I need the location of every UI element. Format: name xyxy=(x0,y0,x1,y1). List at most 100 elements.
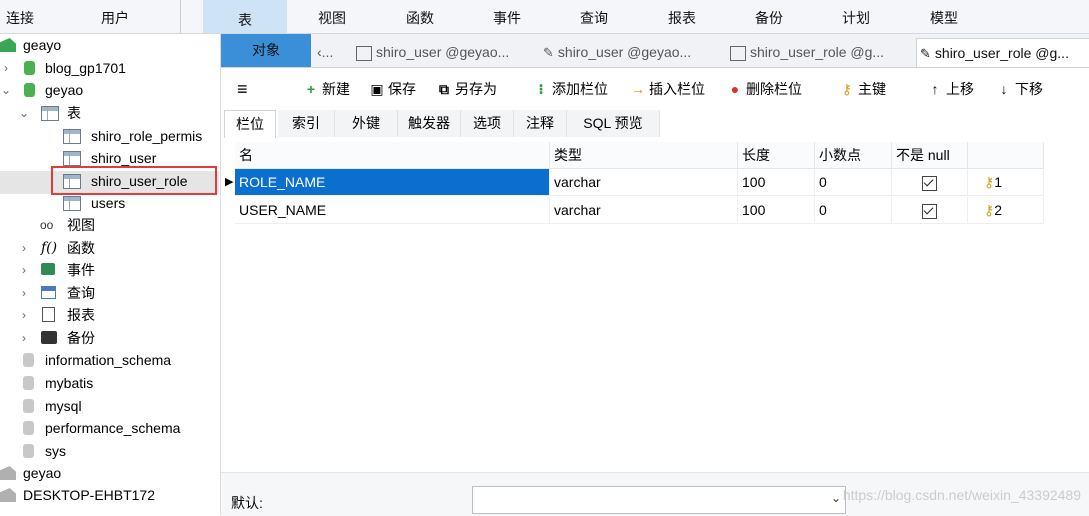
button-label: 插入栏位 xyxy=(649,81,705,97)
field-type-cell[interactable]: varchar xyxy=(550,169,738,196)
field-type-cell[interactable]: varchar xyxy=(550,197,738,224)
subtab-fields[interactable]: 栏位 xyxy=(224,110,276,138)
insert-field-button[interactable]: → 插入栏位 xyxy=(630,78,705,100)
menu-table[interactable]: 表 xyxy=(203,0,287,33)
table-icon xyxy=(730,45,746,61)
tree-label: geayo xyxy=(23,37,62,53)
menu-schedule[interactable]: 计划 xyxy=(816,8,896,28)
menu-event[interactable]: 事件 xyxy=(467,8,547,28)
default-value-dropdown[interactable]: ⌄ xyxy=(472,486,846,514)
tree-label: 视图 xyxy=(67,217,95,233)
design-toolbar: ≡ + 新建 ▣ 保存 ⧉ 另存为 ⁝ 添加栏位 → 插入栏位 ● 删除栏位 ⚷ 主键 ↑ 上移… xyxy=(221,70,1089,108)
key-icon: ⚷ xyxy=(841,81,853,97)
tab-overflow[interactable]: ‹... xyxy=(317,38,345,66)
delete-field-icon: ● xyxy=(730,81,740,97)
button-label: 新建 xyxy=(322,81,350,97)
tab-objects[interactable]: 对象 xyxy=(221,34,311,67)
tree-label: geyao xyxy=(23,465,62,481)
tree-label: 查询 xyxy=(67,285,95,301)
watermark-text: https://blog.csdn.net/weixin_43392489 xyxy=(842,487,1081,503)
chevron-right-icon[interactable]: › xyxy=(18,237,30,259)
tree-label: performance_schema xyxy=(45,420,181,436)
column-header-name[interactable]: 名 xyxy=(235,142,550,169)
not-null-cell[interactable] xyxy=(892,197,968,224)
not-null-cell[interactable] xyxy=(892,169,968,196)
plus-icon: + xyxy=(306,81,316,97)
menu-backup[interactable]: 备份 xyxy=(729,8,809,28)
chevron-right-icon[interactable]: › xyxy=(18,259,30,281)
column-header-key[interactable] xyxy=(968,142,1044,169)
new-button[interactable]: + 新建 xyxy=(303,78,350,100)
column-header-not-null[interactable]: 不是 null xyxy=(892,142,968,169)
menu-report[interactable]: 报表 xyxy=(642,8,722,28)
save-icon: ▣ xyxy=(370,81,384,97)
chevron-right-icon[interactable]: › xyxy=(18,327,30,349)
fields-grid: 名 类型 长度 小数点 不是 null ▶ ROLE_NAME varchar … xyxy=(221,142,1089,472)
checkbox-checked-icon[interactable] xyxy=(922,203,937,219)
hamburger-menu-icon[interactable]: ≡ xyxy=(237,78,248,100)
subtab-triggers[interactable]: 触发器 xyxy=(398,110,461,137)
database-icon xyxy=(23,353,34,367)
subtab-foreign-keys[interactable]: 外键 xyxy=(335,110,398,137)
key-order: 2 xyxy=(994,202,1003,218)
views-icon: oo xyxy=(40,218,54,232)
database-icon xyxy=(23,376,34,390)
checkbox-checked-icon[interactable] xyxy=(922,175,937,191)
menu-model[interactable]: 模型 xyxy=(904,8,984,28)
menu-user[interactable]: 用户 xyxy=(75,8,155,28)
connection-icon xyxy=(0,466,16,480)
key-icon: ⚷ xyxy=(984,174,995,190)
field-decimals-cell[interactable]: 0 xyxy=(815,197,892,224)
move-down-button[interactable]: ↓ 下移 xyxy=(996,78,1044,100)
tab-shiro-user-2[interactable]: ✎ shiro_user @geyao... xyxy=(543,38,721,66)
chevron-right-icon[interactable]: › xyxy=(18,304,30,326)
event-icon xyxy=(41,263,55,275)
move-up-button[interactable]: ↑ 上移 xyxy=(927,78,975,100)
tree-label: sys xyxy=(45,443,66,459)
menu-separator xyxy=(180,0,181,33)
default-label: 默认: xyxy=(231,495,263,511)
chevron-down-icon[interactable]: ⌄ xyxy=(831,491,841,505)
field-length-cell[interactable]: 100 xyxy=(738,197,815,224)
column-header-decimals[interactable]: 小数点 xyxy=(815,142,892,169)
design-table-icon: ✎ xyxy=(920,46,931,61)
primary-key-button[interactable]: ⚷ 主键 xyxy=(839,78,886,100)
save-as-icon: ⧉ xyxy=(439,81,449,97)
menu-connection[interactable]: 连接 xyxy=(0,8,40,28)
backup-icon xyxy=(41,331,57,344)
chevron-down-icon[interactable]: ⌄ xyxy=(0,79,12,101)
tab-label: shiro_user_role @g... xyxy=(934,45,1069,61)
subtab-comments[interactable]: 注释 xyxy=(514,110,567,137)
tab-shiro-user-role-1[interactable]: shiro_user_role @g... xyxy=(730,38,912,66)
button-label: 删除栏位 xyxy=(746,81,802,97)
save-button[interactable]: ▣ 保存 xyxy=(369,78,416,100)
tab-shiro-user-role-active[interactable]: ✎ shiro_user_role @g... xyxy=(916,38,1089,67)
menu-view[interactable]: 视图 xyxy=(292,8,372,28)
column-header-length[interactable]: 长度 xyxy=(738,142,815,169)
key-cell[interactable]: ⚷1 xyxy=(968,169,1044,196)
key-cell[interactable]: ⚷2 xyxy=(968,197,1044,224)
tab-label: shiro_user @geyao... xyxy=(557,44,692,60)
field-decimals-cell[interactable]: 0 xyxy=(815,169,892,196)
field-length-cell[interactable]: 100 xyxy=(738,169,815,196)
menu-query[interactable]: 查询 xyxy=(554,8,634,28)
chevron-down-icon[interactable]: ⌄ xyxy=(18,102,30,124)
tree-label: geyao xyxy=(45,82,84,98)
field-name-cell[interactable]: ROLE_NAME xyxy=(235,169,550,196)
subtab-sql-preview[interactable]: SQL 预览 xyxy=(567,110,660,137)
chevron-right-icon[interactable]: › xyxy=(0,57,12,79)
menu-function[interactable]: 函数 xyxy=(380,8,460,28)
top-menu-bar: 连接 用户 表 视图 函数 事件 查询 报表 备份 计划 模型 xyxy=(0,0,1089,34)
tab-shiro-user-1[interactable]: shiro_user @geyao... xyxy=(356,38,534,66)
delete-field-button[interactable]: ● 删除栏位 xyxy=(727,78,802,100)
chevron-right-icon[interactable]: › xyxy=(18,282,30,304)
save-as-button[interactable]: ⧉ 另存为 xyxy=(436,78,497,100)
subtab-options[interactable]: 选项 xyxy=(461,110,514,137)
field-name-cell[interactable]: USER_NAME xyxy=(235,197,550,224)
button-label: 添加栏位 xyxy=(552,81,608,97)
add-field-button[interactable]: ⁝ 添加栏位 xyxy=(533,78,608,100)
tree-label: users xyxy=(91,195,126,211)
column-header-type[interactable]: 类型 xyxy=(550,142,738,169)
tree-label: 函数 xyxy=(67,240,95,256)
subtab-indexes[interactable]: 索引 xyxy=(278,110,335,137)
